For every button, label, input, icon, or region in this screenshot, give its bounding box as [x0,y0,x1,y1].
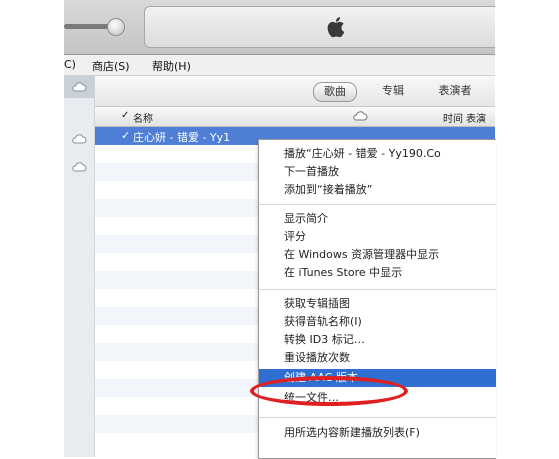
tab-albums[interactable]: 专辑 [375,82,411,100]
status-display [144,6,495,48]
menu-item-help[interactable]: 帮助(H) [152,58,191,74]
menu-item-new-playlist-from-selection[interactable]: 用所选内容新建播放列表(F) [259,424,496,442]
tab-artists[interactable]: 表演者 [430,82,480,100]
menu-item-create-aac[interactable]: 创建 AAC 版本 [259,369,496,387]
tab-songs[interactable]: 歌曲 [313,82,357,102]
menu-item-show-in-store[interactable]: 在 iTunes Store 中显示 [259,264,496,282]
menu-separator [259,417,496,418]
menu-item-store[interactable]: 商店(S) [92,58,130,74]
menu-item-play[interactable]: 播放“庄心妍 - 错爱 - Yy190.Co [259,145,496,163]
menu-item-get-info[interactable]: 显示简介 [259,210,496,228]
column-header: ✓ 名称 时间 表演者 [95,107,495,140]
menu-item-play-next[interactable]: 下一首播放 [259,163,496,181]
row-title: 庄心妍 - 错爱 - Yy1 [133,131,231,144]
menu-separator [259,204,496,205]
menu-item-get-track-names[interactable]: 获得音轨名称(I) [259,313,496,331]
cloud-icon [72,134,87,144]
menu-item-rating[interactable]: 评分 [259,228,496,246]
cloud-icon [72,82,87,92]
column-time[interactable]: 时间 [443,110,463,125]
volume-knob-icon[interactable] [107,18,125,36]
source-sidebar [64,76,95,457]
menu-bar: C) 商店(S) 帮助(H) [64,55,495,76]
cloud-icon [72,162,87,172]
menu-item-convert-id3[interactable]: 转换 ID3 标记… [259,331,496,349]
menu-item-consolidate-files[interactable]: 统一文件… [259,389,496,407]
view-switcher: 歌曲 专辑 表演者 [95,76,495,107]
apple-logo-icon [327,17,345,38]
menu-item-show-in-explorer[interactable]: 在 Windows 资源管理器中显示 [259,246,496,264]
toolbar [64,0,495,55]
menu-item-get-artwork[interactable]: 获取专辑插图 [259,295,496,313]
context-menu: 播放“庄心妍 - 错爱 - Yy190.Co 下一首播放 添加到“接着播放” 显… [258,139,496,459]
menu-item-partial[interactable]: C) [64,58,76,71]
column-name[interactable]: 名称 [133,110,153,125]
menu-item-reset-plays[interactable]: 重设播放次数 [259,349,496,367]
cloud-icon[interactable] [352,111,368,121]
menu-separator [259,289,496,290]
column-check[interactable]: ✓ [121,110,129,121]
row-check[interactable]: ✓ [121,129,130,142]
menu-item-add-to-up-next[interactable]: 添加到“接着播放” [259,181,496,199]
